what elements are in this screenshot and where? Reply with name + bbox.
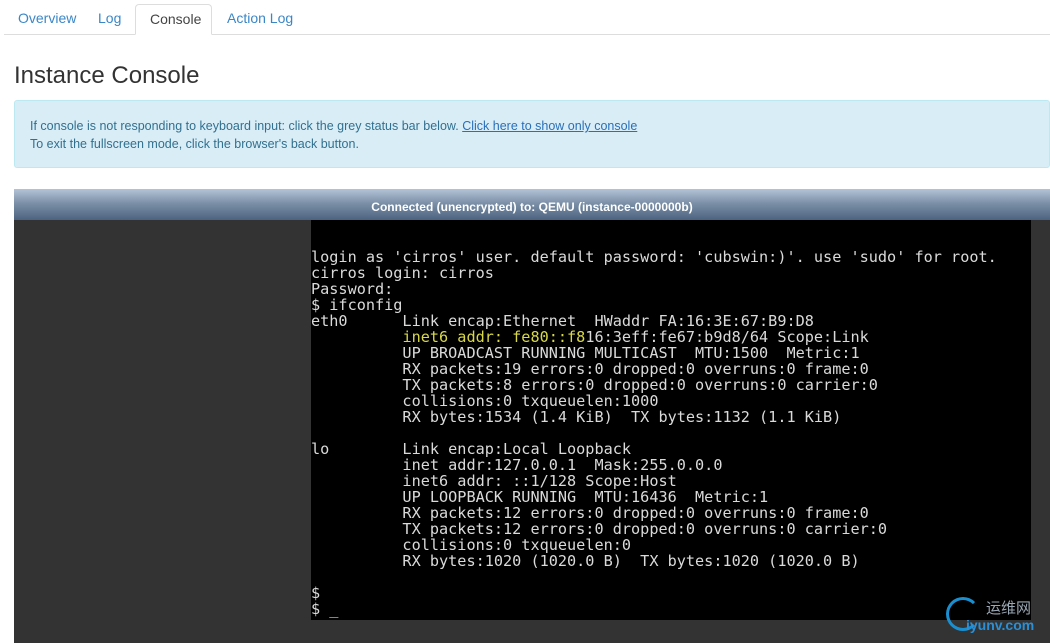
terminal-text-2: 16:3eff:fe67:b9d8/64 Scope:Link UP BROAD…: [311, 328, 888, 618]
alert-text-2: To exit the fullscreen mode, click the b…: [30, 137, 359, 151]
page-title: Instance Console: [14, 62, 200, 89]
console-screen[interactable]: login as 'cirros' user. default password…: [311, 220, 1031, 620]
tab-console[interactable]: Console: [135, 4, 212, 35]
console-frame: Connected (unencrypted) to: QEMU (instan…: [14, 189, 1050, 643]
watermark-url-text: iyunv.com: [966, 617, 1035, 633]
tab-action-log[interactable]: Action Log: [213, 4, 307, 33]
watermark-logo: 运维网 iyunv.com: [946, 595, 1050, 639]
console-status-bar[interactable]: Connected (unencrypted) to: QEMU (instan…: [14, 189, 1050, 220]
watermark-cn-text: 运维网: [986, 599, 1032, 617]
alert-line-1: If console is not responding to keyboard…: [30, 117, 1034, 135]
terminal-output: login as 'cirros' user. default password…: [311, 249, 997, 617]
show-only-console-link[interactable]: Click here to show only console: [462, 119, 637, 133]
info-alert: If console is not responding to keyboard…: [14, 100, 1050, 168]
alert-text-1: If console is not responding to keyboard…: [30, 119, 459, 133]
tab-overview[interactable]: Overview: [4, 4, 90, 33]
tab-log[interactable]: Log: [84, 4, 135, 33]
tab-bar: Overview Log Console Action Log: [4, 0, 1050, 35]
